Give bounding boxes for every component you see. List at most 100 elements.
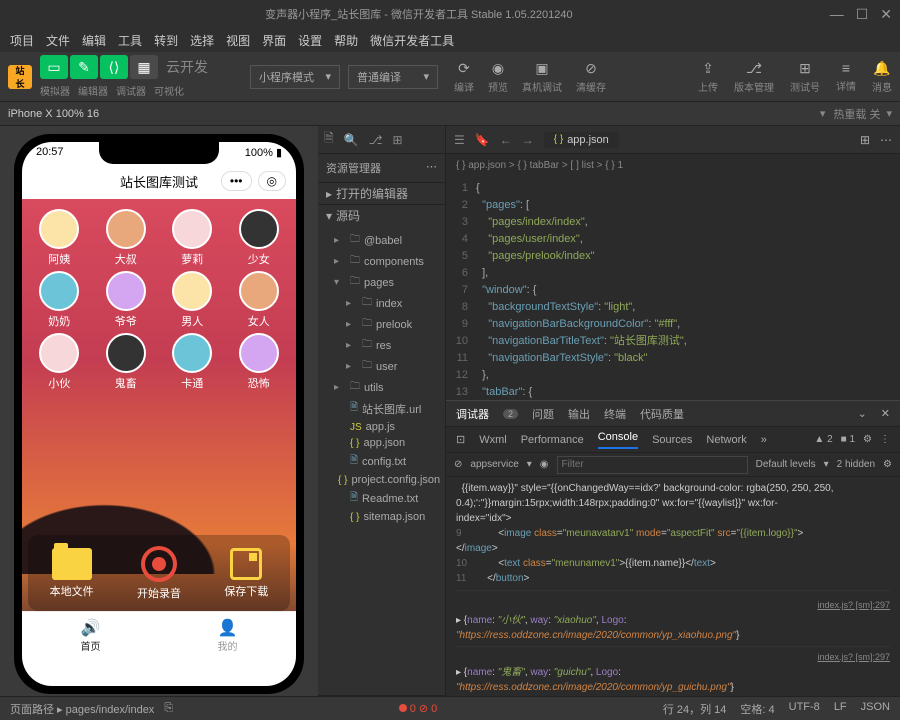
page-path[interactable]: 页面路径 ▸ pages/index/index xyxy=(10,701,154,717)
scope-select[interactable]: appservice xyxy=(470,459,518,470)
mode-dropdown[interactable]: 小程序模式▾ xyxy=(250,65,340,89)
nav-back-icon[interactable]: ← xyxy=(500,133,512,147)
compile-dropdown[interactable]: 普通编译▾ xyxy=(348,65,438,89)
clear-icon[interactable]: ⊘ xyxy=(454,459,462,470)
avatar-少女[interactable]: 少女 xyxy=(228,209,291,267)
menu-项目[interactable]: 项目 xyxy=(4,32,40,49)
code-content[interactable]: { "pages": [ "pages/index/index", "pages… xyxy=(476,176,900,400)
more-icon[interactable]: ⋯ xyxy=(880,133,892,147)
menu-帮助[interactable]: 帮助 xyxy=(328,32,364,49)
menu-微信开发者工具[interactable]: 微信开发者工具 xyxy=(364,32,460,49)
avatar-恐怖[interactable]: 恐怖 xyxy=(228,333,291,391)
debugger-tab[interactable]: 调试器 xyxy=(456,406,489,422)
levels-select[interactable]: Default levels xyxy=(756,459,816,470)
avatar-萝莉[interactable]: 萝莉 xyxy=(161,209,224,267)
right-上传[interactable]: ⇪上传 xyxy=(698,60,718,94)
tree-prelook[interactable]: ▸🗀 prelook xyxy=(318,314,445,335)
tree-config.txt[interactable]: 🗎 config.txt xyxy=(318,451,445,472)
log-entry[interactable]: index.js? [sm]:297▸ {name: "鬼畜", way: "g… xyxy=(456,647,890,699)
bookmark-icon[interactable]: 🔖 xyxy=(475,133,490,147)
console-tab[interactable]: Console xyxy=(598,431,638,449)
action-清缓存[interactable]: ⊘清缓存 xyxy=(576,60,606,94)
collapse-icon[interactable]: ⌄ xyxy=(858,407,867,420)
right-详情[interactable]: ≡详情 xyxy=(836,60,856,93)
split-icon[interactable]: ⊞ xyxy=(860,133,870,147)
problems-tab[interactable]: 问题 xyxy=(532,406,554,422)
action-真机调试[interactable]: ▣真机调试 xyxy=(522,60,562,94)
copy-icon[interactable]: ⎘ xyxy=(164,702,173,715)
terminal-tab[interactable]: 终端 xyxy=(604,406,626,422)
menu-编辑[interactable]: 编辑 xyxy=(76,32,112,49)
minimize-icon[interactable]: — xyxy=(830,6,844,23)
avatar-阿姨[interactable]: 阿姨 xyxy=(28,209,91,267)
maximize-icon[interactable]: ☐ xyxy=(856,6,869,23)
perf-tab[interactable]: Performance xyxy=(521,434,584,446)
open-editors[interactable]: ▸ 打开的编辑器 xyxy=(318,183,445,205)
search-icon[interactable]: 🔍 xyxy=(344,133,359,147)
close-icon[interactable]: ✕ xyxy=(880,6,892,23)
avatar-女人[interactable]: 女人 xyxy=(228,271,291,329)
action-预览[interactable]: ◉预览 xyxy=(488,60,508,94)
record-button[interactable]: 开始录音 xyxy=(137,546,181,601)
tab-home[interactable]: 🔊首页 xyxy=(22,612,159,659)
tree-app.js[interactable]: JS app.js xyxy=(318,419,445,435)
avatar-卡通[interactable]: 卡通 xyxy=(161,333,224,391)
root-folder[interactable]: ▾ 源码 xyxy=(318,205,445,226)
wxml-tab[interactable]: Wxml xyxy=(479,434,507,446)
console-output[interactable]: {{item.way}}" style="{{onChangedWay==idx… xyxy=(446,477,900,720)
avatar-爷爷[interactable]: 爷爷 xyxy=(95,271,158,329)
inspect-icon[interactable]: ⊡ xyxy=(456,433,465,446)
tree-Readme.txt[interactable]: 🗎 Readme.txt xyxy=(318,488,445,509)
tree-components[interactable]: ▸🗀 components xyxy=(318,251,445,272)
code-editor[interactable]: 1234567891011121314151617 { "pages": [ "… xyxy=(446,176,900,400)
avatar-鬼畜[interactable]: 鬼畜 xyxy=(95,333,158,391)
editor-back-icon[interactable]: ☰ xyxy=(454,133,465,147)
visual-button[interactable]: ▦ xyxy=(130,55,158,79)
sources-tab[interactable]: Sources xyxy=(652,434,692,446)
tree-project.config.json[interactable]: { } project.config.json xyxy=(318,472,445,488)
close-panel-icon[interactable]: ✕ xyxy=(881,407,890,420)
ext-icon[interactable]: ⊞ xyxy=(392,133,402,147)
local-file-button[interactable]: 本地文件 xyxy=(50,548,94,599)
avatar-小伙[interactable]: 小伙 xyxy=(28,333,91,391)
menu-工具[interactable]: 工具 xyxy=(112,32,148,49)
right-测试号[interactable]: ⊞测试号 xyxy=(790,60,820,94)
breadcrumb[interactable]: { } app.json > { } tabBar > [ ] list > {… xyxy=(446,154,900,176)
right-版本管理[interactable]: ⎇版本管理 xyxy=(734,60,774,94)
menu-视图[interactable]: 视图 xyxy=(220,32,256,49)
tree-res[interactable]: ▸🗀 res xyxy=(318,335,445,356)
editor-button[interactable]: ✎ xyxy=(70,55,98,79)
branch-icon[interactable]: ⎇ xyxy=(369,133,383,147)
debugger-button[interactable]: ⟨⟩ xyxy=(100,55,128,79)
cloud-button[interactable]: 云开发 xyxy=(160,55,214,79)
device-select[interactable]: iPhone X 100% 16 xyxy=(8,108,99,120)
avatar-大叔[interactable]: 大叔 xyxy=(95,209,158,267)
menu-转到[interactable]: 转到 xyxy=(148,32,184,49)
output-tab[interactable]: 输出 xyxy=(568,406,590,422)
avatar-奶奶[interactable]: 奶奶 xyxy=(28,271,91,329)
console-gear-icon[interactable]: ⚙ xyxy=(883,459,892,470)
editor-tab-appjson[interactable]: { }app.json xyxy=(544,132,619,148)
tree-app.json[interactable]: { } app.json xyxy=(318,435,445,451)
capsule-close-button[interactable]: ◎ xyxy=(258,171,286,191)
right-消息[interactable]: 🔔消息 xyxy=(872,60,892,94)
log-entry[interactable]: index.js? [sm]:297▸ {name: "小伙", way: "x… xyxy=(456,595,890,647)
tree-index[interactable]: ▸🗀 index xyxy=(318,293,445,314)
explorer-icon[interactable]: 🗎 xyxy=(324,129,334,150)
capsule-menu-button[interactable]: ••• xyxy=(221,171,252,191)
action-编译[interactable]: ⟳编译 xyxy=(454,60,474,94)
gear-icon[interactable]: ⚙ xyxy=(863,434,872,445)
menu-设置[interactable]: 设置 xyxy=(292,32,328,49)
tree-utils[interactable]: ▸🗀 utils xyxy=(318,377,445,398)
tree-站长图库.url[interactable]: 🗎 站长图库.url xyxy=(318,398,445,419)
tree-@babel[interactable]: ▸🗀 @babel xyxy=(318,230,445,251)
tree-user[interactable]: ▸🗀 user xyxy=(318,356,445,377)
menu-选择[interactable]: 选择 xyxy=(184,32,220,49)
menu-界面[interactable]: 界面 xyxy=(256,32,292,49)
save-button[interactable]: 保存下载 xyxy=(224,548,268,599)
avatar-男人[interactable]: 男人 xyxy=(161,271,224,329)
filter-input[interactable] xyxy=(557,456,748,474)
eye-icon[interactable]: ◉ xyxy=(540,459,549,470)
tree-sitemap.json[interactable]: { } sitemap.json xyxy=(318,509,445,525)
tree-pages[interactable]: ▾🗀 pages xyxy=(318,272,445,293)
